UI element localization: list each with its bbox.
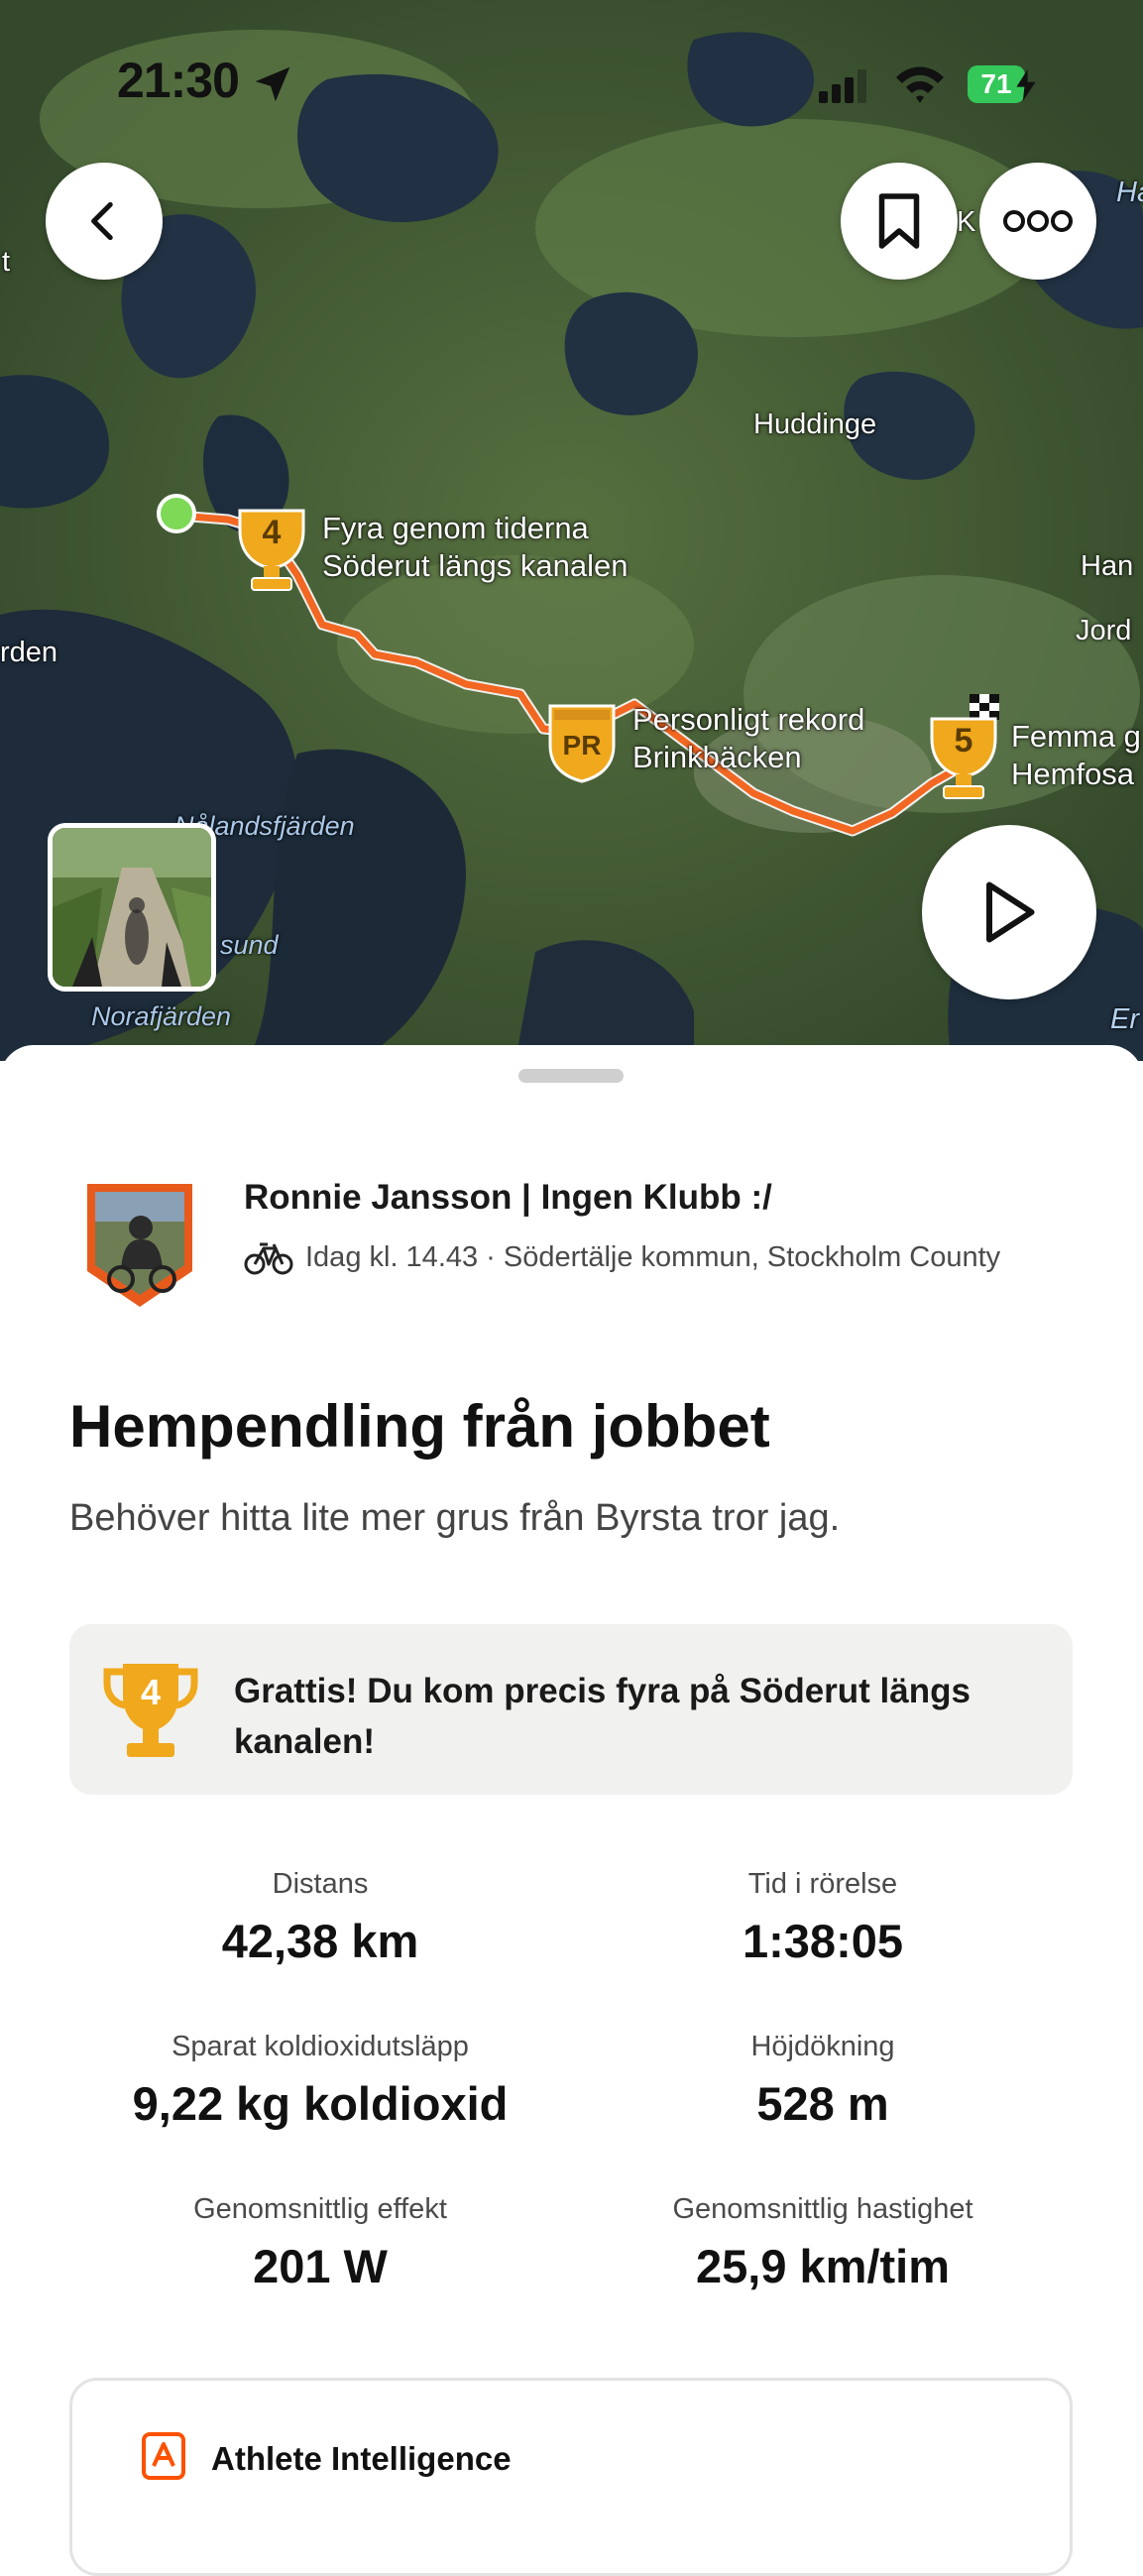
athlete-intelligence-icon	[142, 2432, 185, 2480]
activity-photo-thumbnail[interactable]	[48, 823, 216, 992]
stat-label: Höjdökning	[750, 2031, 895, 2062]
activity-meta: Idag kl. 14.43 · Södertälje kommun, Stoc…	[244, 1238, 1000, 1276]
segment-label[interactable]: Personligt rekord Brinkbäcken	[632, 701, 864, 776]
stat-value: 201 W	[253, 2240, 388, 2292]
stat-label: Distans	[272, 1868, 369, 1900]
route-map[interactable]: 4 PR 5 Huddinge Han Jord rden t Ha K l E…	[0, 0, 1143, 1061]
map-water-label: Norafjärden	[91, 1001, 232, 1031]
bike-icon	[244, 1242, 293, 1275]
chevron-left-icon	[91, 201, 113, 241]
photo-image	[53, 828, 211, 987]
bookmark-icon	[878, 193, 920, 249]
segment-label-line2: Hemfosa	[1011, 757, 1135, 791]
stat-value: 1:38:05	[743, 1915, 903, 1967]
activity-date-location: Idag kl. 14.43 · Södertälje kommun, Stoc…	[305, 1240, 1001, 1273]
stat-average-speed: Genomsnittlig hastighet 25,9 km/tim	[575, 2193, 1071, 2293]
segment-label-line1: Fyra genom tiderna	[322, 511, 589, 545]
map-place-label: Huddinge	[753, 409, 877, 440]
segment-badge-number: 5	[954, 722, 973, 760]
achievement-text: Grattis! Du kom precis fyra på Söderut l…	[234, 1672, 971, 1761]
stat-value: 528 m	[756, 2077, 889, 2130]
stat-value: 42,38 km	[221, 1915, 419, 1967]
stat-value: 25,9 km/tim	[695, 2240, 951, 2292]
stat-average-power: Genomsnittlig effekt 201 W	[72, 2193, 568, 2293]
stat-label: Genomsnittlig effekt	[193, 2193, 447, 2225]
charging-bolt-icon	[1016, 69, 1036, 101]
activity-description: Behöver hitta lite mer grus från Byrsta …	[69, 1497, 841, 1539]
stat-moving-time: Tid i rörelse 1:38:05	[575, 1868, 1071, 1968]
map-place-label: K	[957, 206, 976, 238]
pr-badge-label: PR	[562, 730, 602, 761]
segment-label-line2: Söderut längs kanalen	[322, 548, 629, 583]
segment-label-line1: Personligt rekord	[632, 702, 865, 737]
segment-badge-number: 4	[262, 514, 282, 551]
segment-label[interactable]: Fyra genom tiderna Söderut längs kanalen	[322, 510, 629, 585]
card-title: Athlete Intelligence	[211, 2440, 512, 2477]
stat-label: Tid i rörelse	[747, 1868, 898, 1900]
map-place-label: Jord	[1076, 615, 1132, 646]
status-time: 21:30	[117, 53, 240, 108]
map-place-label: Er	[1110, 1003, 1139, 1035]
map-place-label: Han	[1081, 550, 1134, 582]
activity-title: Hempendling från jobbet	[69, 1393, 770, 1460]
segment-label[interactable]: Femma g Hemfosa	[1011, 718, 1141, 793]
athlete-intelligence-card[interactable]: Athlete Intelligence	[69, 2378, 1073, 2576]
map-place-label: Ha	[1116, 176, 1143, 208]
stat-value: 9,22 kg koldioxid	[132, 2077, 509, 2130]
map-place-label: rden	[0, 637, 58, 668]
stat-label: Sparat koldioxidutsläpp	[171, 2031, 469, 2062]
stat-co2-saved: Sparat koldioxidutsläpp 9,22 kg koldioxi…	[72, 2031, 568, 2131]
status-bar: 21:30 71	[0, 0, 1143, 169]
segment-label-line1: Femma g	[1011, 719, 1141, 754]
more-options-button[interactable]	[979, 163, 1096, 280]
stat-label: Genomsnittlig hastighet	[672, 2193, 973, 2225]
segment-label-line2: Brinkbäcken	[632, 740, 802, 774]
map-water-label: sund	[220, 930, 279, 960]
activity-detail-sheet[interactable]: Ronnie Jansson | Ingen Klubb :/ Idag kl.…	[0, 1045, 1143, 2576]
back-button[interactable]	[46, 163, 163, 280]
play-icon	[986, 881, 1035, 943]
achievement-banner[interactable]: 4 Grattis! Du kom precis fyra på Söderut…	[69, 1624, 1073, 1795]
achievement-rank: 4	[140, 1672, 162, 1712]
save-bookmark-button[interactable]	[841, 163, 958, 280]
sheet-drag-handle[interactable]	[518, 1069, 624, 1083]
map-place-label: t	[2, 246, 11, 278]
athlete-avatar[interactable]	[81, 1180, 198, 1309]
play-flyover-button[interactable]	[922, 825, 1096, 999]
cellular-signal-icon	[819, 69, 866, 103]
location-arrow-icon	[255, 66, 290, 102]
athlete-name[interactable]: Ronnie Jansson | Ingen Klubb :/	[244, 1178, 772, 1218]
stat-elevation-gain: Höjdökning 528 m	[575, 2031, 1071, 2131]
wifi-icon	[896, 66, 944, 103]
stat-distance: Distans 42,38 km	[72, 1868, 568, 1968]
more-dots-icon	[1003, 210, 1073, 232]
